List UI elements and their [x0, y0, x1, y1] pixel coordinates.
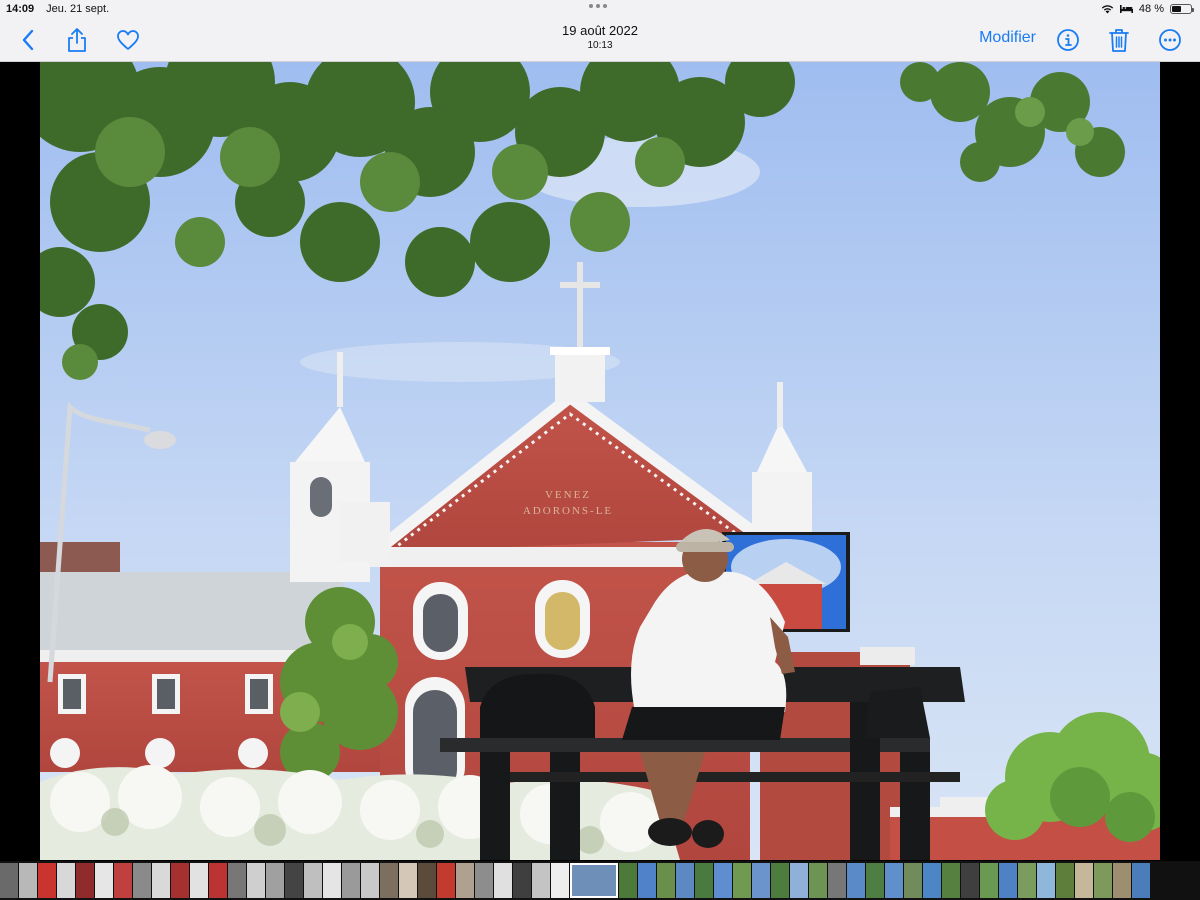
filmstrip-thumbnail[interactable]: [676, 863, 694, 898]
filmstrip-thumbnail[interactable]: [923, 863, 941, 898]
battery-percent: 48 %: [1138, 3, 1164, 15]
filmstrip-thumbnail[interactable]: [695, 863, 713, 898]
filmstrip-thumbnail[interactable]: [733, 863, 751, 898]
filmstrip-thumbnail[interactable]: [152, 863, 170, 898]
photo-filmstrip[interactable]: [0, 861, 1200, 900]
share-button[interactable]: [61, 24, 93, 56]
photo-time: 10:13: [587, 40, 613, 51]
filmstrip-thumbnail-current[interactable]: [570, 863, 618, 898]
info-icon: [1057, 29, 1079, 51]
filmstrip-thumbnail[interactable]: [771, 863, 789, 898]
filmstrip-thumbnail[interactable]: [532, 863, 550, 898]
photo-image: VENEZ ADORONS-LE: [40, 62, 1160, 860]
filmstrip-thumbnail[interactable]: [847, 863, 865, 898]
filmstrip-thumbnail[interactable]: [285, 863, 303, 898]
filmstrip-thumbnail[interactable]: [961, 863, 979, 898]
filmstrip-thumbnail[interactable]: [1056, 863, 1074, 898]
filmstrip-thumbnail[interactable]: [171, 863, 189, 898]
status-bar: 14:09 Jeu. 21 sept. 48 %: [0, 0, 1200, 18]
filmstrip-thumbnail[interactable]: [342, 863, 360, 898]
navigation-bar: 19 août 2022 10:13 Modifier: [0, 18, 1200, 62]
trash-icon: [1109, 29, 1129, 52]
filmstrip-thumbnail[interactable]: [980, 863, 998, 898]
filmstrip-thumbnail[interactable]: [418, 863, 436, 898]
filmstrip-thumbnail[interactable]: [657, 863, 675, 898]
filmstrip-thumbnail[interactable]: [809, 863, 827, 898]
favorite-button[interactable]: [112, 24, 144, 56]
filmstrip-thumbnail[interactable]: [638, 863, 656, 898]
filmstrip-thumbnail[interactable]: [904, 863, 922, 898]
filmstrip-thumbnail[interactable]: [885, 863, 903, 898]
photo-timestamp: 19 août 2022 10:13: [450, 23, 750, 51]
filmstrip-thumbnail[interactable]: [456, 863, 474, 898]
sleep-bed-icon: [1119, 5, 1133, 13]
filmstrip-thumbnail[interactable]: [247, 863, 265, 898]
filmstrip-thumbnail[interactable]: [266, 863, 284, 898]
filmstrip-thumbnail[interactable]: [619, 863, 637, 898]
filmstrip-thumbnail[interactable]: [114, 863, 132, 898]
filmstrip-thumbnail[interactable]: [38, 863, 56, 898]
filmstrip-thumbnail[interactable]: [190, 863, 208, 898]
filmstrip-thumbnail[interactable]: [57, 863, 75, 898]
filmstrip-thumbnail[interactable]: [76, 863, 94, 898]
photo-date: 19 août 2022: [562, 23, 638, 38]
filmstrip-thumbnail[interactable]: [380, 863, 398, 898]
wifi-icon: [1101, 5, 1114, 14]
delete-button[interactable]: [1103, 24, 1135, 56]
filmstrip-thumbnail[interactable]: [790, 863, 808, 898]
chevron-left-icon: [22, 29, 34, 51]
filmstrip-thumbnail[interactable]: [551, 863, 569, 898]
more-button[interactable]: [1154, 24, 1186, 56]
filmstrip-thumbnail[interactable]: [1018, 863, 1036, 898]
filmstrip-thumbnail[interactable]: [1094, 863, 1112, 898]
filmstrip-thumbnail[interactable]: [304, 863, 322, 898]
filmstrip-thumbnail[interactable]: [228, 863, 246, 898]
status-time: 14:09: [6, 3, 35, 15]
filmstrip-thumbnail[interactable]: [0, 863, 18, 898]
filmstrip-thumbnail[interactable]: [475, 863, 493, 898]
filmstrip-thumbnail[interactable]: [399, 863, 417, 898]
filmstrip-thumbnail[interactable]: [942, 863, 960, 898]
filmstrip-thumbnail[interactable]: [513, 863, 531, 898]
photo-viewer[interactable]: VENEZ ADORONS-LE: [40, 62, 1160, 860]
filmstrip-thumbnail[interactable]: [361, 863, 379, 898]
status-date: Jeu. 21 sept.: [46, 3, 110, 15]
back-button[interactable]: [12, 24, 44, 56]
filmstrip-thumbnail[interactable]: [1075, 863, 1093, 898]
filmstrip-thumbnail[interactable]: [323, 863, 341, 898]
filmstrip-thumbnail[interactable]: [1113, 863, 1131, 898]
multitasking-dots-icon[interactable]: [589, 4, 607, 8]
filmstrip-thumbnail[interactable]: [1132, 863, 1150, 898]
filmstrip-thumbnail[interactable]: [95, 863, 113, 898]
church-sign-line-2: ADORONS-LE: [523, 505, 613, 517]
filmstrip-thumbnail[interactable]: [209, 863, 227, 898]
more-icon: [1159, 29, 1181, 51]
filmstrip-thumbnail[interactable]: [714, 863, 732, 898]
filmstrip-thumbnail[interactable]: [999, 863, 1017, 898]
filmstrip-thumbnail[interactable]: [494, 863, 512, 898]
church-sign-line-1: VENEZ: [545, 489, 591, 501]
filmstrip-thumbnail[interactable]: [866, 863, 884, 898]
info-button[interactable]: [1052, 24, 1084, 56]
filmstrip-thumbnail[interactable]: [752, 863, 770, 898]
filmstrip-thumbnail[interactable]: [437, 863, 455, 898]
filmstrip-thumbnail[interactable]: [1037, 863, 1055, 898]
filmstrip-thumbnail[interactable]: [828, 863, 846, 898]
heart-icon: [117, 30, 139, 50]
filmstrip-thumbnail[interactable]: [133, 863, 151, 898]
share-icon: [68, 28, 86, 52]
edit-button[interactable]: Modifier: [979, 29, 1036, 47]
filmstrip-thumbnail[interactable]: [19, 863, 37, 898]
battery-icon: [1170, 4, 1194, 14]
